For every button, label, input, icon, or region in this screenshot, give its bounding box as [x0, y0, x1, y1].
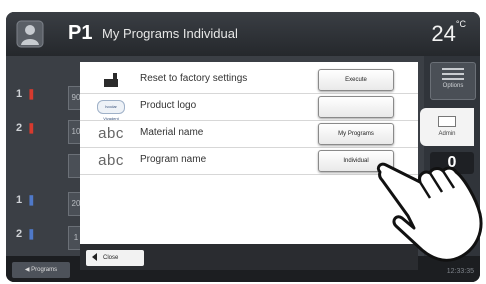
stage-index: 2	[16, 122, 23, 134]
program-title: My Programs Individual	[102, 26, 238, 41]
heat-marker-icon: ❚	[27, 123, 36, 134]
abc-text-icon: abc	[94, 151, 128, 170]
setting-label: Reset to factory settings	[140, 73, 248, 84]
stage-row: 2 ❚	[16, 122, 36, 134]
clock: 12:33:35	[446, 268, 474, 275]
logo-image: Ivoclar Vivadent	[97, 99, 125, 121]
program-number: P1	[68, 22, 93, 44]
setting-row-material-name: abc Material name My Programs	[80, 120, 418, 148]
stage-index: 1	[16, 194, 23, 206]
abc-text-icon: abc	[94, 124, 128, 143]
close-button[interactable]: Close	[86, 250, 144, 266]
setting-label: Material name	[140, 127, 204, 138]
execute-button[interactable]: Execute	[318, 69, 394, 91]
pointing-hand-icon	[376, 162, 483, 262]
heat-marker-icon: ❚	[27, 89, 36, 100]
stage-index: 2	[16, 228, 23, 240]
setting-row-program-name: abc Program name Individual	[80, 147, 418, 175]
options-icon	[442, 68, 464, 80]
options-label: Options	[442, 83, 464, 89]
product-logo-button[interactable]	[318, 96, 394, 118]
setting-row-product-logo: Ivoclar Vivadent Product logo	[80, 93, 418, 121]
dialog-footer: Close	[80, 244, 418, 270]
cool-marker-icon: ❚	[27, 195, 36, 206]
cool-marker-icon: ❚	[27, 229, 36, 240]
programs-label: Programs	[31, 267, 58, 273]
abc-text: abc	[98, 152, 124, 169]
admin-icon	[438, 116, 456, 127]
abc-text: abc	[98, 125, 124, 142]
factory-icon	[94, 70, 128, 89]
stage-row: 1 ❚	[16, 194, 36, 206]
back-arrow-icon	[92, 253, 97, 262]
admin-label: Admin	[438, 131, 456, 137]
user-profile-icon[interactable]	[16, 20, 44, 48]
product-logo-icon: Ivoclar Vivadent	[94, 97, 128, 121]
tab-admin[interactable]: Admin	[420, 108, 474, 146]
stage-row: 2 ❚	[16, 228, 36, 240]
stage-index: 1	[16, 88, 23, 100]
setting-label: Product logo	[140, 100, 197, 111]
setting-label: Program name	[140, 154, 207, 165]
temperature-value: 24	[431, 21, 456, 46]
options-button[interactable]: Options	[430, 62, 476, 100]
settings-dialog: Reset to factory settings Execute Ivocla…	[80, 62, 418, 270]
close-label: Close	[103, 255, 119, 261]
temperature-unit: °C	[455, 19, 466, 29]
setting-row-factory-reset: Reset to factory settings Execute	[80, 66, 418, 94]
stage-row: 1 ❚	[16, 88, 36, 100]
temperature-display: 24°C	[431, 19, 466, 47]
programs-button[interactable]: ◀ Programs	[12, 262, 70, 278]
